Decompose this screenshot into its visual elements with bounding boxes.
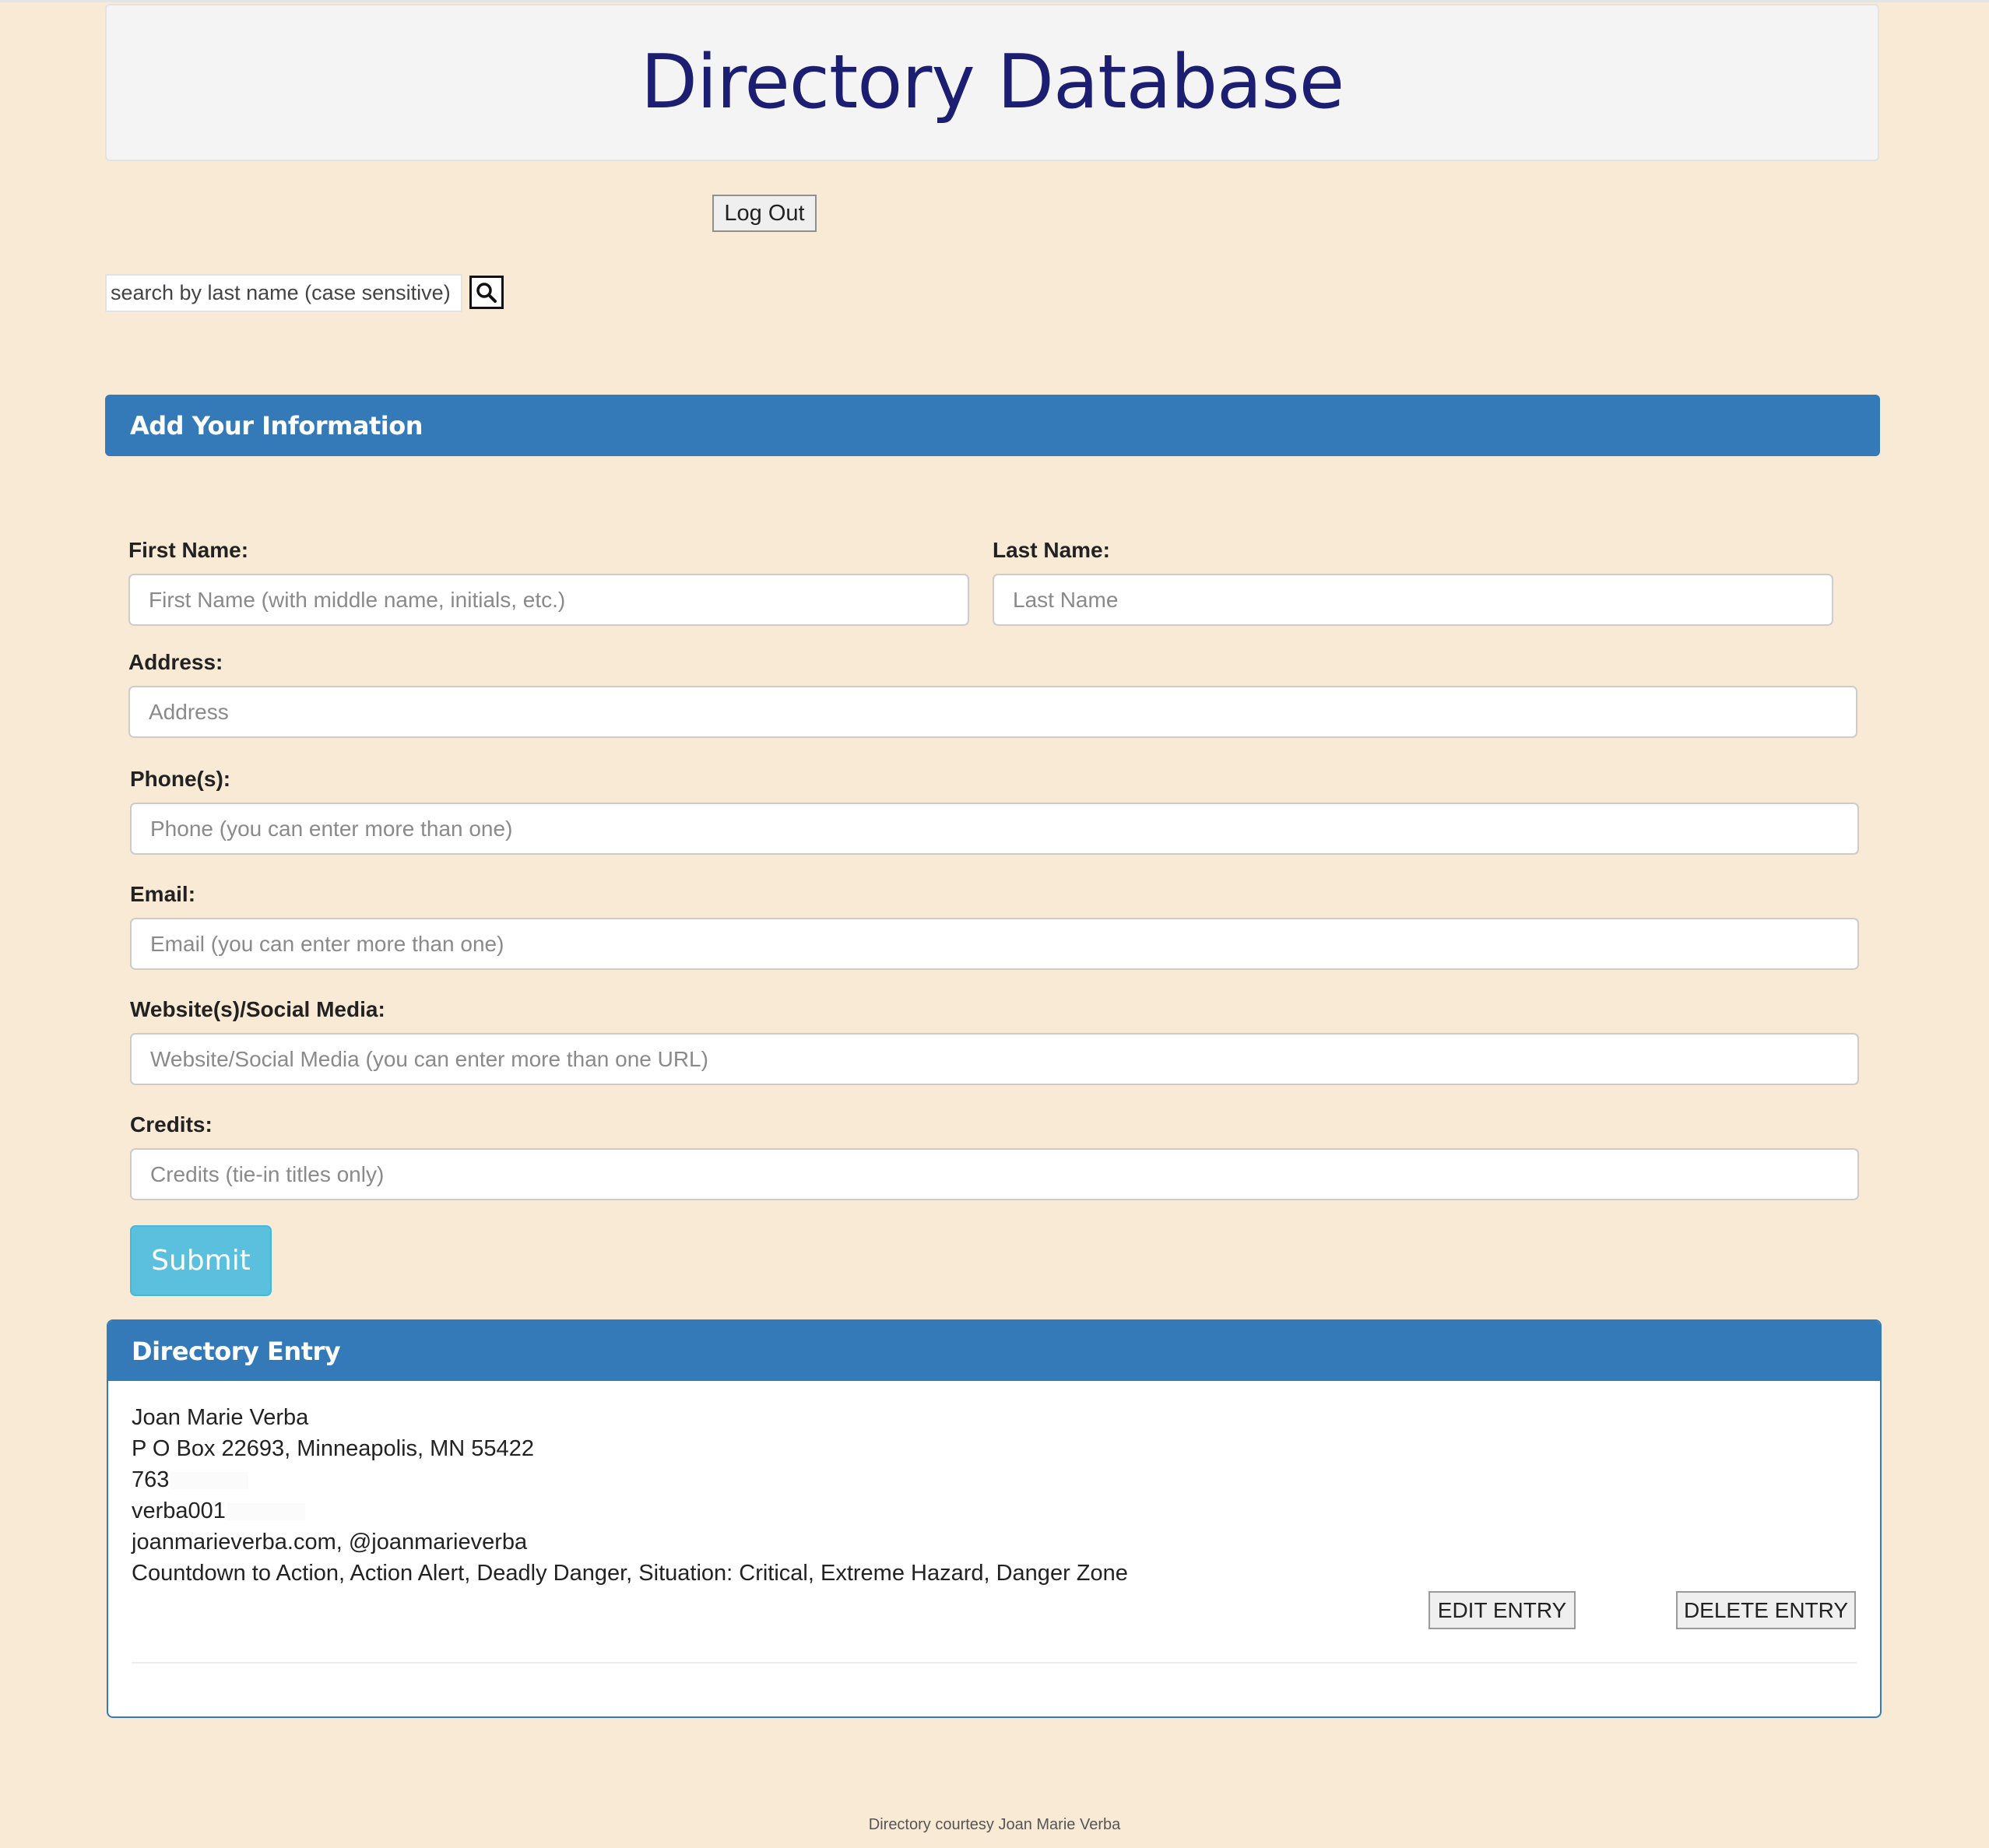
page-header: Directory Database bbox=[105, 4, 1879, 161]
entry-name: Joan Marie Verba bbox=[132, 1405, 309, 1430]
credits-label: Credits: bbox=[130, 1112, 213, 1137]
page-title: Directory Database bbox=[640, 40, 1344, 125]
delete-entry-button[interactable]: DELETE ENTRY bbox=[1676, 1591, 1856, 1629]
first-name-label: First Name: bbox=[128, 538, 249, 562]
last-name-field[interactable] bbox=[993, 574, 1833, 626]
submit-button[interactable]: Submit bbox=[130, 1225, 272, 1296]
search-input[interactable] bbox=[105, 274, 462, 312]
entry-credits: Countdown to Action, Action Alert, Deadl… bbox=[132, 1561, 1128, 1586]
email-field[interactable] bbox=[130, 918, 1859, 970]
divider bbox=[132, 1662, 1857, 1664]
search-button[interactable] bbox=[469, 276, 504, 309]
website-label: Website(s)/Social Media: bbox=[130, 997, 385, 1021]
website-field[interactable] bbox=[130, 1033, 1859, 1085]
search-icon bbox=[476, 282, 497, 303]
address-field[interactable] bbox=[128, 686, 1857, 738]
first-name-field[interactable] bbox=[128, 574, 969, 626]
email-label: Email: bbox=[130, 882, 196, 906]
directory-entry-panel: Directory Entry Joan Marie Verba P O Box… bbox=[107, 1319, 1882, 1718]
entry-phone-row: 763 bbox=[132, 1464, 1128, 1495]
address-label: Address: bbox=[128, 650, 223, 674]
redacted-email bbox=[227, 1503, 305, 1521]
entry-details: Joan Marie Verba P O Box 22693, Minneapo… bbox=[132, 1402, 1128, 1589]
phone-label: Phone(s): bbox=[130, 767, 231, 791]
directory-entry-heading: Directory Entry bbox=[108, 1321, 1880, 1381]
logout-button[interactable]: Log Out bbox=[712, 195, 817, 232]
credits-field[interactable] bbox=[130, 1148, 1859, 1200]
last-name-label: Last Name: bbox=[993, 538, 1110, 562]
entry-email-row: verba001 bbox=[132, 1495, 1128, 1527]
entry-address: P O Box 22693, Minneapolis, MN 55422 bbox=[132, 1436, 534, 1461]
redacted-phone bbox=[170, 1472, 249, 1490]
entry-phone: 763 bbox=[132, 1467, 170, 1492]
add-info-heading: Add Your Information bbox=[105, 395, 1880, 456]
phone-field[interactable] bbox=[130, 803, 1859, 855]
entry-websites: joanmarieverba.com, @joanmarieverba bbox=[132, 1530, 528, 1555]
entry-email: verba001 bbox=[132, 1498, 226, 1523]
footer-credit: Directory courtesy Joan Marie Verba bbox=[868, 1816, 1121, 1833]
edit-entry-button[interactable]: EDIT ENTRY bbox=[1428, 1591, 1576, 1629]
